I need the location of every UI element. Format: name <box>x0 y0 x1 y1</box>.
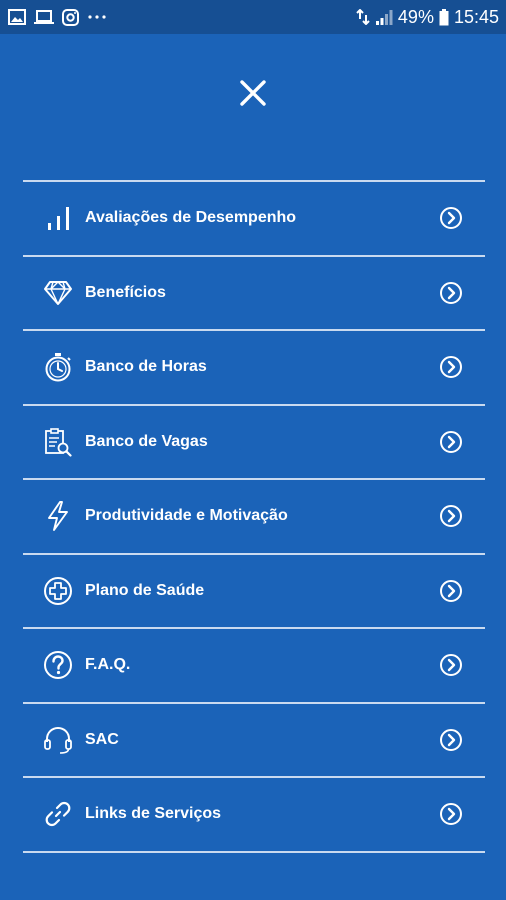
more-dots-icon <box>87 14 107 20</box>
bar-chart-icon <box>43 203 73 233</box>
laptop-icon <box>34 9 54 25</box>
question-icon <box>43 650 73 680</box>
menu-list: Avaliações de Desempenho Benefícios Banc… <box>23 180 485 853</box>
menu-item-banco-horas[interactable]: Banco de Horas <box>23 331 485 406</box>
menu-item-label: Banco de Horas <box>85 358 207 376</box>
lightning-icon <box>43 501 73 532</box>
notification-area <box>8 8 115 26</box>
menu-item-label: Avaliações de Desempenho <box>85 209 297 227</box>
headset-icon <box>43 725 73 755</box>
menu-item-label: F.A.Q. <box>85 656 131 674</box>
chevron-right-circle-icon <box>439 281 463 305</box>
close-icon <box>240 80 266 106</box>
chevron-right-circle-icon <box>439 355 463 379</box>
status-bar: 49% 15:45 <box>0 0 506 34</box>
menu-item-label: Plano de Saúde <box>85 581 205 599</box>
menu-item-sac[interactable]: SAC <box>23 704 485 778</box>
chevron-right-circle-icon <box>439 579 463 603</box>
menu-item-beneficios[interactable]: Benefícios <box>23 257 485 331</box>
signal-icon <box>375 9 393 25</box>
instagram-icon <box>62 8 79 26</box>
menu-item-label: Banco de Vagas <box>85 432 208 450</box>
health-plus-icon <box>43 576 73 606</box>
menu-item-links-servicos[interactable]: Links de Serviços <box>23 778 485 853</box>
menu-item-banco-vagas[interactable]: Banco de Vagas <box>23 406 485 480</box>
menu-item-avaliacoes[interactable]: Avaliações de Desempenho <box>23 182 485 257</box>
chevron-right-circle-icon <box>439 802 463 826</box>
chevron-right-circle-icon <box>439 504 463 528</box>
menu-item-plano-saude[interactable]: Plano de Saúde <box>23 555 485 629</box>
battery-percent: 49% <box>397 6 434 27</box>
menu-item-label: Links de Serviços <box>85 805 222 823</box>
diamond-icon <box>43 278 73 308</box>
close-button[interactable] <box>232 72 274 114</box>
data-transfer-icon <box>356 9 370 25</box>
chevron-right-circle-icon <box>439 206 463 230</box>
battery-icon <box>439 8 449 26</box>
stopwatch-icon <box>43 352 73 382</box>
clock: 15:45 <box>453 6 499 27</box>
chevron-right-circle-icon <box>439 728 463 752</box>
chevron-right-circle-icon <box>439 653 463 677</box>
menu-item-label: SAC <box>85 730 119 748</box>
menu-item-label: Benefícios <box>85 283 166 301</box>
image-icon <box>8 9 26 25</box>
clipboard-search-icon <box>43 427 73 457</box>
link-icon <box>43 799 73 829</box>
menu-item-produtividade[interactable]: Produtividade e Motivação <box>23 480 485 555</box>
menu-item-faq[interactable]: F.A.Q. <box>23 629 485 704</box>
system-area: 49% 15:45 <box>351 7 499 28</box>
menu-item-label: Produtividade e Motivação <box>85 507 288 525</box>
chevron-right-circle-icon <box>439 430 463 454</box>
